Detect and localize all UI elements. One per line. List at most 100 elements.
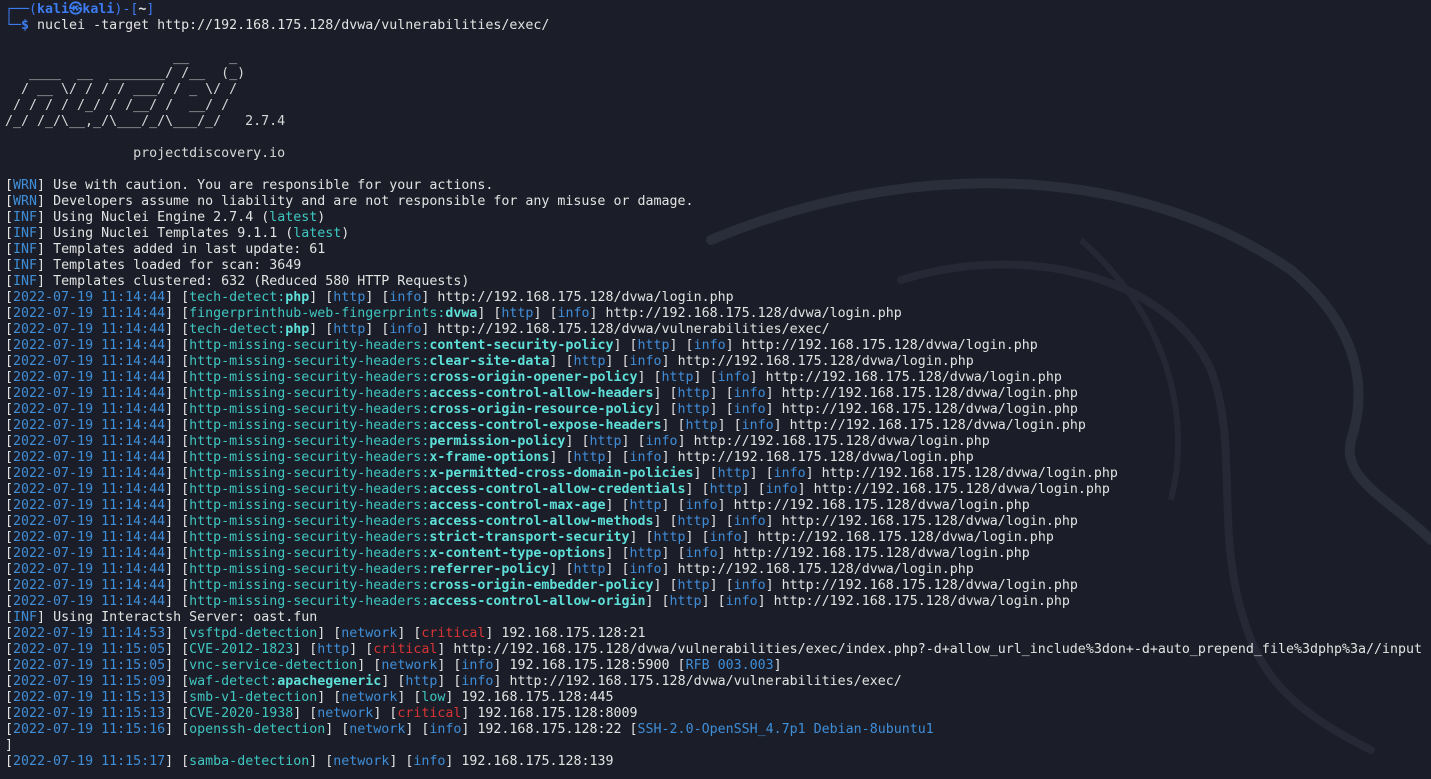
- finding-protocol: http: [589, 434, 622, 449]
- finding-severity: info: [717, 370, 750, 385]
- banner-line: projectdiscovery.io: [5, 146, 1431, 162]
- finding-matcher: x-content-type-options: [429, 546, 606, 561]
- log-level-tag: INF: [13, 210, 38, 225]
- finding-timestamp: 2022-07-19 11:14:44: [13, 322, 166, 337]
- finding-timestamp: 2022-07-19 11:14:44: [13, 466, 166, 481]
- banner-line: / / / / /_/ / /__/ / __/ /: [5, 98, 1431, 114]
- finding-protocol: http: [333, 290, 366, 305]
- finding-timestamp: 2022-07-19 11:14:44: [13, 402, 166, 417]
- log-level-tag: INF: [13, 610, 38, 625]
- log-level-tag: INF: [13, 226, 38, 241]
- bracket: ] [: [165, 386, 190, 401]
- finding-target: http://192.168.175.128/dvwa/login.php: [693, 434, 990, 449]
- bracket: [: [5, 706, 14, 721]
- interactsh-line: [INF] Using Interactsh Server: oast.fun: [5, 610, 1431, 626]
- bracket: ] [: [613, 338, 638, 353]
- bracket: ]: [757, 594, 774, 609]
- bracket: [: [5, 546, 14, 561]
- finding-matcher: access-control-allow-origin: [429, 594, 646, 609]
- finding-row: [2022-07-19 11:15:17] [samba-detection] …: [5, 754, 1431, 770]
- log-message: [INF] Templates added in last update: 61: [5, 242, 1431, 258]
- finding-row: [2022-07-19 11:14:44] [tech-detect:php] …: [5, 322, 1431, 338]
- finding-timestamp: 2022-07-19 11:14:44: [13, 482, 166, 497]
- finding-timestamp: 2022-07-19 11:15:05: [13, 642, 166, 657]
- finding-protocol: http: [629, 546, 662, 561]
- finding-matcher: access-control-max-age: [429, 498, 606, 513]
- finding-matcher: permission-policy: [429, 434, 566, 449]
- bracket: ] [: [405, 722, 430, 737]
- bracket: ] [: [397, 690, 422, 705]
- finding-row: [2022-07-19 11:14:44] [http-missing-secu…: [5, 418, 1431, 434]
- finding-protocol: http: [653, 530, 686, 545]
- finding-protocol: network: [341, 626, 398, 641]
- finding-template: http-missing-security-headers: [189, 578, 422, 593]
- log-text: ): [341, 226, 350, 241]
- finding-target: http://192.168.175.128/dvwa/login.php: [757, 530, 1054, 545]
- bracket: ]: [741, 530, 758, 545]
- finding-target: http://192.168.175.128/dvwa/login.php: [677, 354, 974, 369]
- finding-row: [2022-07-19 11:14:44] [http-missing-secu…: [5, 514, 1431, 530]
- finding-timestamp: 2022-07-19 11:14:44: [13, 290, 166, 305]
- finding-timestamp: 2022-07-19 11:15:17: [13, 754, 166, 769]
- finding-target: http://192.168.175.128/dvwa/login.php: [733, 498, 1030, 513]
- bracket: ]: [437, 642, 454, 657]
- bracket: ] [: [709, 578, 734, 593]
- log-text: Templates loaded for scan: 3649: [45, 258, 302, 273]
- prompt-frame: ]: [146, 2, 155, 17]
- log-text: Developers assume no liability and are n…: [45, 194, 694, 209]
- bracket: [: [5, 674, 14, 689]
- finding-target: 192.168.175.128:445: [461, 690, 614, 705]
- bracket: ]: [773, 418, 790, 433]
- finding-template: http-missing-security-headers: [189, 514, 422, 529]
- finding-template: http-missing-security-headers: [189, 434, 422, 449]
- finding-severity: info: [773, 466, 806, 481]
- banner-text: /_/ /_/\__,_/\___/_/\___/_/ 2.7.4: [5, 114, 286, 129]
- finding-severity: info: [725, 594, 758, 609]
- prompt-frame: └─: [5, 18, 22, 33]
- bracket: ]: [37, 274, 46, 289]
- bracket: ] [: [165, 578, 190, 593]
- finding-severity: info: [733, 578, 766, 593]
- bracket: ] [: [661, 498, 686, 513]
- finding-protocol: http: [717, 466, 750, 481]
- bracket: ] [: [165, 642, 190, 657]
- finding-protocol: http: [629, 498, 662, 513]
- bracket: ]: [717, 546, 734, 561]
- bracket: [: [5, 530, 14, 545]
- finding-row: [2022-07-19 11:14:44] [http-missing-secu…: [5, 562, 1431, 578]
- finding-severity: info: [733, 386, 766, 401]
- bracket: ] [: [749, 466, 774, 481]
- finding-template: http-missing-security-headers: [189, 418, 422, 433]
- finding-severity: info: [685, 546, 718, 561]
- bracket: ] [: [685, 482, 710, 497]
- bracket: ]: [485, 626, 502, 641]
- bracket: [: [5, 642, 14, 657]
- bracket: [: [5, 402, 14, 417]
- bracket: ] [: [165, 706, 190, 721]
- bracket: [: [5, 274, 14, 289]
- finding-template: http-missing-security-headers: [189, 546, 422, 561]
- finding-template: http-missing-security-headers: [189, 562, 422, 577]
- bracket: ] [: [709, 402, 734, 417]
- finding-matcher: content-security-policy: [429, 338, 614, 353]
- terminal[interactable]: ┌──(kali㉿kali)-[~] └─$ nuclei -target htt…: [5, 2, 1431, 779]
- finding-timestamp: 2022-07-19 11:14:44: [13, 434, 166, 449]
- bracket: ] [: [605, 498, 630, 513]
- finding-template: tech-detect: [189, 290, 278, 305]
- log-level-tag: INF: [13, 274, 38, 289]
- finding-matcher: access-control-expose-headers: [429, 418, 662, 433]
- bracket: ] [: [629, 530, 654, 545]
- bracket: ] [: [357, 658, 382, 673]
- finding-row: [2022-07-19 11:14:44] [tech-detect:php] …: [5, 290, 1431, 306]
- finding-matcher: php: [285, 322, 310, 337]
- bracket: [: [5, 626, 14, 641]
- bracket: [: [5, 562, 14, 577]
- bracket: ] [: [437, 674, 462, 689]
- finding-timestamp: 2022-07-19 11:14:44: [13, 418, 166, 433]
- finding-template: CVE-2012-1823: [189, 642, 294, 657]
- finding-severity: info: [389, 322, 422, 337]
- prompt-user-host: kali㉿kali: [37, 2, 115, 17]
- finding-severity: info: [629, 354, 662, 369]
- bracket: ] [: [165, 370, 190, 385]
- finding-template: http-missing-security-headers: [189, 450, 422, 465]
